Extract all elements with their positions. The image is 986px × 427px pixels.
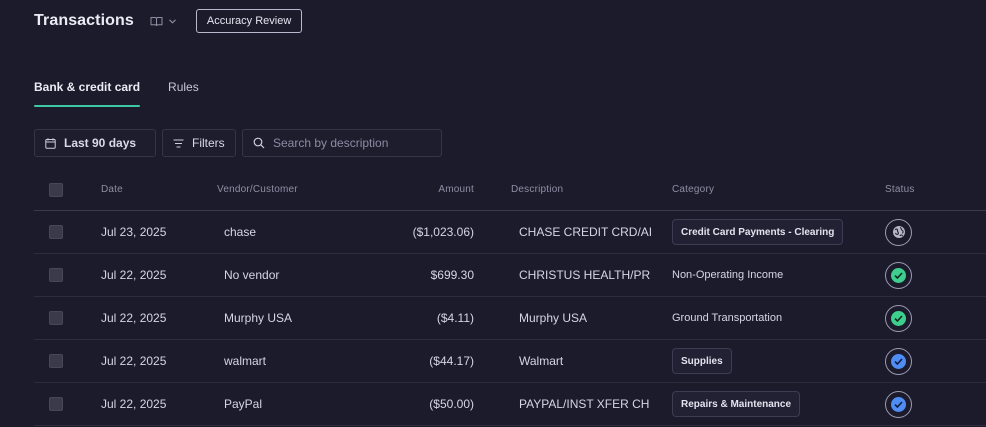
check-circle-icon [891, 267, 906, 283]
category-chip[interactable]: Credit Card Payments - Clearing [672, 219, 844, 245]
filter-icon [173, 139, 184, 147]
row-date: Jul 22, 2025 [101, 268, 167, 282]
row-amount: ($1,023.06) [412, 225, 474, 239]
page-title: Transactions [34, 12, 134, 29]
row-description: Murphy USA [519, 311, 588, 325]
book-icon [150, 16, 163, 26]
status-button[interactable] [885, 304, 912, 332]
check-circle-icon [891, 396, 906, 412]
status-button[interactable] [885, 390, 912, 418]
accuracy-review-button[interactable]: Accuracy Review [195, 9, 303, 33]
chevron-down-icon [169, 18, 176, 24]
tab-bank-credit-card[interactable]: Bank & credit card [34, 80, 141, 107]
row-checkbox[interactable] [49, 225, 63, 239]
check-circle-icon [891, 310, 906, 326]
column-header-amount[interactable]: Amount [334, 169, 474, 210]
column-header-description[interactable]: Description [511, 169, 653, 210]
row-description: Walmart [519, 354, 564, 368]
column-header-date[interactable]: Date [101, 169, 211, 210]
status-button[interactable] [885, 347, 912, 375]
filters-button[interactable]: Filters [162, 129, 236, 157]
status-button[interactable] [885, 261, 912, 289]
table-row[interactable]: Jul 22, 2025 walmart ($44.17) Walmart Su… [34, 340, 986, 383]
tab-bar: Bank & credit card Rules [34, 80, 199, 107]
row-date: Jul 22, 2025 [101, 397, 167, 411]
row-amount: ($4.11) [436, 311, 474, 325]
search-input[interactable] [273, 136, 431, 150]
row-date: Jul 22, 2025 [101, 311, 167, 325]
row-amount: ($44.17) [429, 354, 474, 368]
category-chip[interactable]: Supplies [672, 348, 732, 374]
row-description: CHASE CREDIT CRD/AI [519, 225, 653, 239]
row-date: Jul 22, 2025 [101, 354, 167, 368]
toolbar: Last 90 days Filters [34, 129, 442, 157]
column-header-category[interactable]: Category [672, 169, 872, 210]
category-chip[interactable]: Repairs & Maintenance [672, 391, 801, 417]
row-amount: ($50.00) [429, 397, 474, 411]
table-row[interactable]: Jul 22, 2025 PayPal ($50.00) PAYPAL/INST… [34, 383, 986, 426]
world-icon [892, 226, 905, 238]
category-label[interactable]: Non-Operating Income [672, 269, 783, 281]
date-range-label: Last 90 days [64, 136, 137, 150]
date-range-button[interactable]: Last 90 days [34, 129, 156, 157]
calendar-icon [45, 137, 56, 149]
table-row[interactable]: Jul 23, 2025 chase ($1,023.06) CHASE CRE… [34, 211, 986, 254]
filters-label: Filters [192, 136, 225, 150]
book-selector[interactable] [150, 16, 176, 27]
select-all-checkbox[interactable] [49, 182, 63, 197]
row-description: CHRISTUS HEALTH/PR [519, 268, 651, 282]
table-row[interactable]: Jul 22, 2025 No vendor $699.30 CHRISTUS … [34, 254, 986, 297]
row-checkbox[interactable] [49, 354, 63, 368]
row-date: Jul 23, 2025 [101, 225, 167, 239]
category-label[interactable]: Ground Transportation [672, 312, 782, 324]
table-header-row: Date Vendor/Customer Amount Description … [34, 169, 986, 211]
transactions-table: Date Vendor/Customer Amount Description … [34, 169, 986, 426]
row-description: PAYPAL/INST XFER CH [519, 397, 650, 411]
search-box[interactable] [242, 129, 442, 157]
check-circle-icon [891, 353, 906, 369]
column-header-status[interactable]: Status [885, 169, 945, 210]
status-button[interactable] [885, 218, 912, 246]
tab-rules[interactable]: Rules [168, 80, 199, 106]
search-icon [253, 137, 265, 149]
table-row[interactable]: Jul 22, 2025 Murphy USA ($4.11) Murphy U… [34, 297, 986, 340]
row-amount: $699.30 [430, 268, 474, 282]
row-checkbox[interactable] [49, 311, 63, 325]
row-checkbox[interactable] [49, 397, 63, 411]
page-header: Transactions Accuracy Review [34, 8, 303, 34]
row-checkbox[interactable] [49, 268, 63, 282]
